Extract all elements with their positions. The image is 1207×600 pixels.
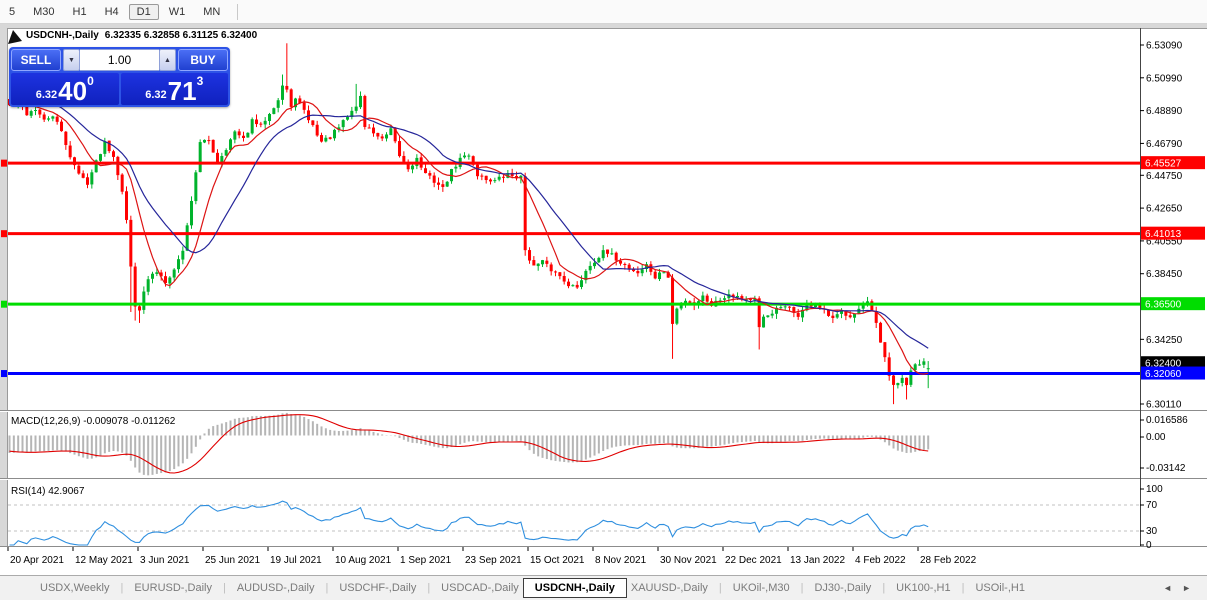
level-line-anchor bbox=[1, 230, 7, 238]
chart-symbol-label: USDCNH-,Daily bbox=[26, 30, 99, 41]
svg-text:-0.03142: -0.03142 bbox=[1146, 463, 1186, 474]
sell-button[interactable]: SELL bbox=[11, 49, 61, 71]
sell-price-prefix: 6.32 bbox=[35, 89, 58, 101]
price-axis-labels: 6.53090 6.50990 6.48890 6.46790 6.44750 6.426… bbox=[1140, 41, 1183, 411]
svg-text:4 Feb 2022: 4 Feb 2022 bbox=[855, 555, 906, 566]
level-line-anchor bbox=[1, 159, 7, 167]
svg-text:20 Apr 2021: 20 Apr 2021 bbox=[10, 555, 64, 566]
one-click-trading-panel: SELL ▼ ▲ BUY 6.32400 6.32713 bbox=[9, 47, 230, 107]
horizontal-level-lines[interactable] bbox=[1, 159, 1140, 378]
rsi-pane bbox=[8, 500, 1140, 546]
level-line-anchor bbox=[1, 370, 7, 378]
svg-text:28 Feb 2022: 28 Feb 2022 bbox=[920, 555, 977, 566]
svg-text:6.34250: 6.34250 bbox=[1146, 335, 1183, 346]
lot-decrease-button[interactable]: ▼ bbox=[63, 49, 80, 71]
mt4-window: 5 M30 H1 H4 D1 W1 MN 6.53090 6.50990 6.48890 6.46… bbox=[0, 0, 1207, 600]
svg-text:0: 0 bbox=[1146, 540, 1152, 551]
rsi-axis-labels: 100 70 30 0 bbox=[1140, 484, 1163, 551]
trade-panel-top-row: SELL ▼ ▲ BUY bbox=[11, 49, 228, 71]
svg-text:MACD(12,26,9) -0.009078 -0.011: MACD(12,26,9) -0.009078 -0.011262 bbox=[11, 416, 176, 427]
svg-text:6.53090: 6.53090 bbox=[1146, 41, 1183, 52]
price-axis-badges: 6.324006.455276.410136.365006.32060 bbox=[1141, 156, 1205, 380]
svg-text:0.00: 0.00 bbox=[1146, 432, 1166, 443]
chart-ohlc-quote: 6.32335 6.32858 6.31125 6.32400 bbox=[104, 30, 258, 41]
sell-price-pipette: 0 bbox=[87, 74, 94, 88]
indicator-labels: MACD(12,26,9) -0.009078 -0.011262 RSI(14)… bbox=[11, 416, 176, 497]
date-axis: 20 Apr 2021 12 May 2021 3 Jun 2021 25 Jun 2… bbox=[7, 547, 977, 566]
buy-price-big-digits: 71 bbox=[167, 76, 197, 106]
buy-button[interactable]: BUY bbox=[178, 49, 228, 71]
svg-text:19 Jul 2021: 19 Jul 2021 bbox=[270, 555, 322, 566]
svg-text:6.32060: 6.32060 bbox=[1145, 369, 1182, 380]
svg-text:8 Nov 2021: 8 Nov 2021 bbox=[595, 555, 647, 566]
svg-text:6.42650: 6.42650 bbox=[1146, 204, 1183, 215]
lot-size-group: ▼ ▲ bbox=[63, 49, 176, 71]
svg-text:6.50990: 6.50990 bbox=[1146, 73, 1183, 84]
svg-text:6.38450: 6.38450 bbox=[1146, 269, 1183, 280]
rsi-line bbox=[9, 500, 929, 546]
svg-text:22 Dec 2021: 22 Dec 2021 bbox=[725, 555, 782, 566]
svg-text:6.45527: 6.45527 bbox=[1145, 159, 1182, 170]
buy-price-pipette: 3 bbox=[196, 74, 204, 88]
svg-text:RSI(14) 42.9067: RSI(14) 42.9067 bbox=[11, 486, 85, 497]
svg-text:30 Nov 2021: 30 Nov 2021 bbox=[660, 555, 717, 566]
moving-average-lines bbox=[9, 74, 929, 375]
svg-text:6.46790: 6.46790 bbox=[1146, 139, 1183, 150]
svg-text:15 Oct 2021: 15 Oct 2021 bbox=[530, 555, 585, 566]
svg-text:100: 100 bbox=[1146, 484, 1163, 495]
svg-text:70: 70 bbox=[1146, 500, 1158, 511]
macd-axis-labels: 0.016586 0.00 -0.03142 bbox=[1140, 415, 1188, 474]
svg-text:6.36500: 6.36500 bbox=[1145, 300, 1182, 311]
cursor-arrow-icon bbox=[8, 30, 22, 44]
svg-text:23 Sep 2021: 23 Sep 2021 bbox=[465, 555, 522, 566]
svg-text:1 Sep 2021: 1 Sep 2021 bbox=[400, 555, 452, 566]
svg-text:6.48890: 6.48890 bbox=[1146, 106, 1183, 117]
svg-text:13 Jan 2022: 13 Jan 2022 bbox=[790, 555, 845, 566]
svg-text:6.41013: 6.41013 bbox=[1145, 229, 1182, 240]
chart-title: USDCNH-,Daily 6.32335 6.32858 6.31125 6.3… bbox=[26, 30, 257, 41]
svg-text:25 Jun 2021: 25 Jun 2021 bbox=[205, 555, 260, 566]
lot-size-input[interactable] bbox=[80, 49, 159, 71]
sell-price-big-digits: 40 bbox=[58, 76, 88, 106]
buy-price-display[interactable]: 6.32 71 3 bbox=[120, 73, 228, 106]
trade-panel-price-row: 6.32 40 0 6.32 71 3 bbox=[11, 73, 228, 105]
svg-text:0.016586: 0.016586 bbox=[1146, 415, 1188, 426]
lot-increase-button[interactable]: ▲ bbox=[159, 49, 176, 71]
sell-price-display[interactable]: 6.32 40 0 bbox=[11, 73, 119, 105]
svg-text:12 May 2021: 12 May 2021 bbox=[75, 555, 133, 566]
buy-price-prefix: 6.32 bbox=[145, 89, 167, 101]
svg-text:6.44750: 6.44750 bbox=[1146, 171, 1183, 182]
svg-text:3 Jun 2021: 3 Jun 2021 bbox=[140, 555, 190, 566]
svg-text:30: 30 bbox=[1146, 526, 1158, 537]
level-line-anchor bbox=[1, 300, 7, 308]
svg-text:10 Aug 2021: 10 Aug 2021 bbox=[335, 555, 392, 566]
svg-text:6.30110: 6.30110 bbox=[1146, 400, 1182, 411]
